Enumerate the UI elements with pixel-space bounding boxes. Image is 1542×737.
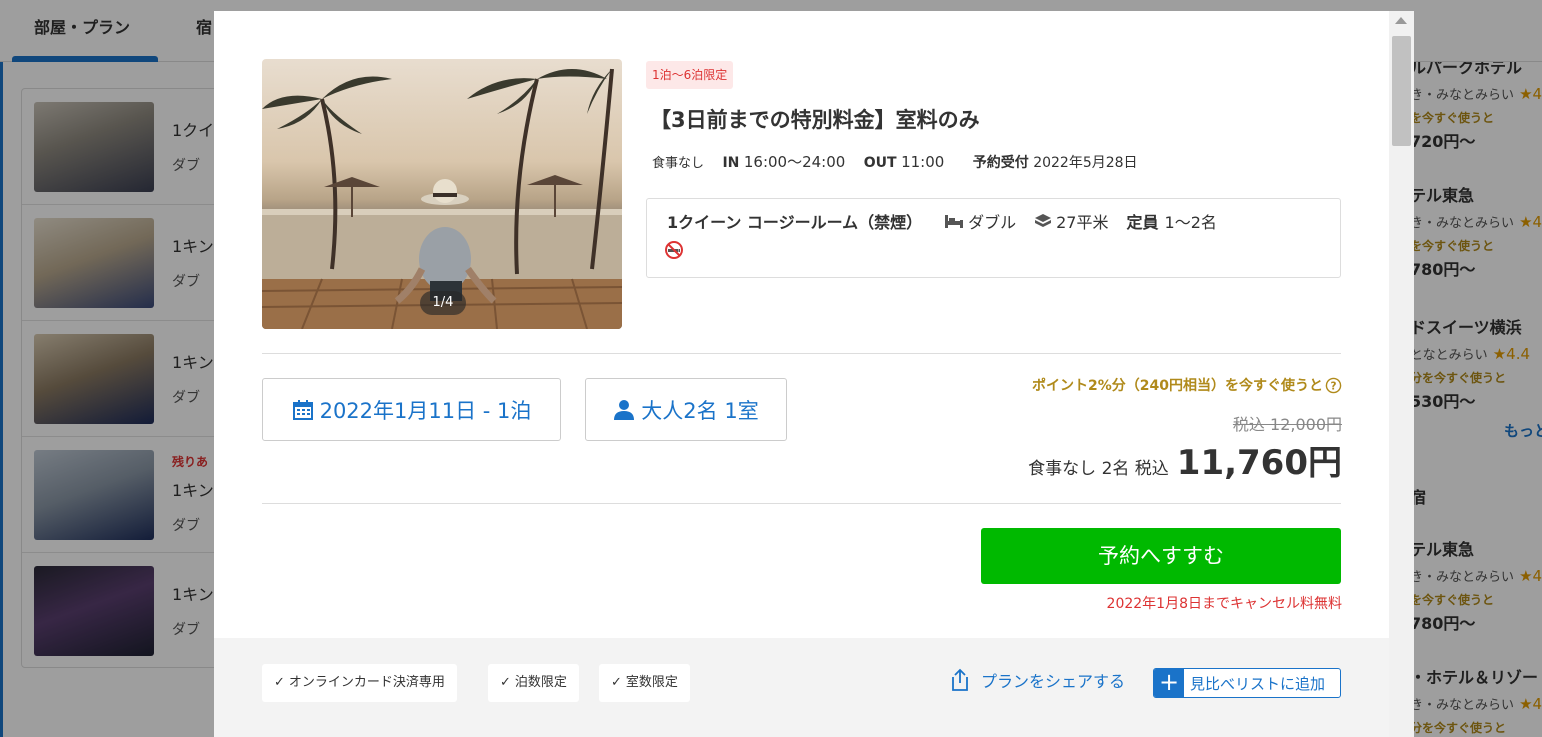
palm-beach-image xyxy=(262,68,622,329)
bed-icon xyxy=(944,213,964,229)
free-cancellation-note: 2022年1月8日までキャンセル料無料 xyxy=(1106,596,1342,612)
plus-icon: + xyxy=(1154,669,1184,697)
checkin-label: IN xyxy=(722,155,740,171)
room-name: 1クイーン コージールーム（禁煙） xyxy=(667,213,923,232)
check-icon: ✓ xyxy=(611,675,622,690)
tag-stay-limit: ✓ 泊数限定 xyxy=(488,664,579,702)
compare-label: 見比べリストに追加 xyxy=(1190,674,1326,693)
no-smoking-icon xyxy=(665,241,683,259)
scroll-thumb[interactable] xyxy=(1392,36,1411,146)
point-text: ポイント2%分（240円相当）を今すぐ使うと xyxy=(1032,378,1323,394)
capacity-label: 定員 xyxy=(1126,213,1159,232)
tag-online-card: ✓ オンラインカード決済専用 xyxy=(262,664,457,702)
plan-photo[interactable]: 1/4 xyxy=(262,59,622,329)
help-icon[interactable]: ? xyxy=(1325,377,1342,394)
date-selector-label: 2022年1月11日 - 1泊 xyxy=(319,398,532,423)
date-selector[interactable]: 2022年1月11日 - 1泊 xyxy=(262,378,561,441)
reservation-date: 2022年5月28日 xyxy=(1033,155,1138,171)
share-label: プランをシェアする xyxy=(981,672,1126,691)
tag-room-limit: ✓ 室数限定 xyxy=(599,664,690,702)
section-divider xyxy=(262,353,1341,354)
photo-counter: 1/4 xyxy=(420,291,466,315)
price-line: 食事なし 2名 税込 11,760円 xyxy=(1028,435,1342,484)
person-icon xyxy=(613,399,635,421)
plan-title: 【3日前までの特別料金】室料のみ xyxy=(650,108,980,132)
share-icon xyxy=(949,668,971,692)
meal-info: 食事なし xyxy=(652,156,705,171)
original-price: 税込 12,000円 xyxy=(1232,415,1342,434)
check-icon: ✓ xyxy=(500,675,511,690)
room-info-box: 1クイーン コージールーム（禁煙） ダブル 27平米 定員 1〜2名 xyxy=(646,198,1341,278)
plan-meta: 食事なし IN 16:00〜24:00 OUT 11:00 予約受付 2022年… xyxy=(652,151,1138,172)
capacity-value: 1〜2名 xyxy=(1164,213,1217,232)
modal-scrollbar[interactable] xyxy=(1389,11,1414,737)
check-icon: ✓ xyxy=(274,675,285,690)
checkin-time: 16:00〜24:00 xyxy=(743,153,846,171)
plan-footer: ✓ オンラインカード決済専用 ✓ 泊数限定 ✓ 室数限定 プランをシェアする + 見比… xyxy=(214,638,1389,737)
calendar-icon xyxy=(292,399,314,421)
share-plan-link[interactable]: プランをシェアする xyxy=(949,668,1125,692)
room-size-icon xyxy=(1034,213,1052,229)
bed-type: ダブル xyxy=(968,213,1017,232)
reservation-label: 予約受付 xyxy=(972,155,1029,171)
stay-limit-badge: 1泊〜6泊限定 xyxy=(646,61,734,89)
reserve-button[interactable]: 予約へすすむ xyxy=(981,528,1341,584)
svg-text:?: ? xyxy=(1330,380,1336,392)
section-divider xyxy=(262,503,1341,504)
point-usage-text: ポイント2%分（240円相当）を今すぐ使うと ? xyxy=(1032,375,1342,395)
checkout-time: 11:00 xyxy=(901,153,945,171)
add-to-compare-button[interactable]: + 見比べリストに追加 xyxy=(1153,668,1341,698)
total-price: 11,760円 xyxy=(1176,443,1342,483)
scroll-up-arrow-icon[interactable] xyxy=(1395,17,1407,24)
plan-detail-modal: 1/4 1泊〜6泊限定 【3日前までの特別料金】室料のみ 食事なし IN 16:… xyxy=(214,11,1414,737)
guest-selector[interactable]: 大人2名 1室 xyxy=(585,378,787,441)
checkout-label: OUT xyxy=(863,155,897,171)
price-conditions: 食事なし 2名 税込 xyxy=(1028,459,1169,479)
guest-selector-label: 大人2名 1室 xyxy=(641,398,759,423)
room-size: 27平米 xyxy=(1056,213,1109,232)
